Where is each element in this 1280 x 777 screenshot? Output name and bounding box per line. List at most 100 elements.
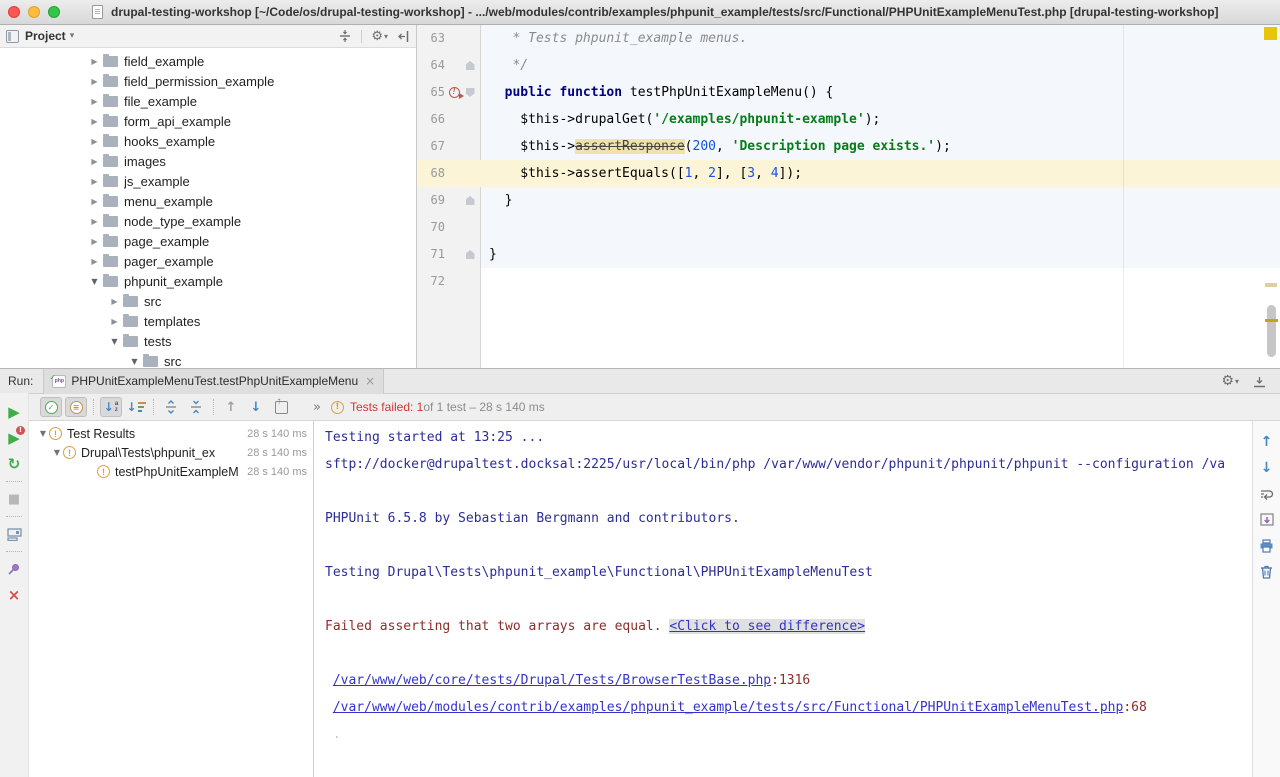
expand-all-button[interactable]	[160, 397, 182, 417]
project-panel-title[interactable]: Project	[25, 29, 66, 43]
hide-panel-icon[interactable]	[1253, 375, 1266, 388]
tree-item-label: js_example	[124, 174, 190, 189]
failed-test-gutter-icon[interactable]: !	[445, 87, 463, 98]
editor-line-69[interactable]: 69 }	[417, 187, 1280, 214]
tree-item-src[interactable]: ▼src	[0, 351, 416, 368]
tree-item-menu_example[interactable]: ▶menu_example	[0, 191, 416, 211]
sort-alphabetically-button[interactable]: ↓az	[100, 397, 122, 417]
editor-line-70[interactable]: 70	[417, 214, 1280, 241]
window-close-button[interactable]	[8, 6, 20, 18]
chevron-collapsed-icon[interactable]: ▶	[88, 117, 101, 126]
editor-line-66[interactable]: 66 $this->drupalGet('/examples/phpunit-e…	[417, 106, 1280, 133]
inspection-indicator[interactable]	[1264, 27, 1277, 40]
editor-line-63[interactable]: 63 * Tests phpunit_example menus.	[417, 25, 1280, 52]
tree-item-form_api_example[interactable]: ▶form_api_example	[0, 111, 416, 131]
run-tab-strip: Run: ✓php PHPUnitExampleMenuTest.testPhp…	[0, 369, 1280, 394]
tree-item-images[interactable]: ▶images	[0, 151, 416, 171]
tree-item-field_permission_example[interactable]: ▶field_permission_example	[0, 71, 416, 91]
sort-by-duration-button[interactable]: ↓	[125, 397, 147, 417]
chevron-collapsed-icon[interactable]: ▶	[88, 237, 101, 246]
code-editor[interactable]: 63 * Tests phpunit_example menus.64 */65…	[417, 25, 1280, 368]
tree-item-field_example[interactable]: ▶field_example	[0, 51, 416, 71]
window-zoom-button[interactable]	[48, 6, 60, 18]
scroll-from-source-icon[interactable]	[338, 29, 352, 43]
restore-layout-button[interactable]	[0, 521, 28, 547]
import-test-results-button[interactable]	[270, 397, 292, 417]
chevron-collapsed-icon[interactable]: ▶	[108, 297, 121, 306]
gear-icon[interactable]: ⚙▾	[1221, 373, 1239, 389]
stacktrace-link-browsertestbase[interactable]: /var/www/web/core/tests/Drupal/Tests/Bro…	[333, 673, 771, 688]
tree-item-src[interactable]: ▶ src	[0, 291, 416, 311]
warning-stripe-mark[interactable]	[1265, 283, 1277, 287]
fold-marker[interactable]	[463, 250, 477, 259]
chevron-expanded-icon[interactable]: ▼	[128, 357, 141, 366]
editor-scrollbar-thumb[interactable]	[1267, 305, 1276, 357]
chevron-collapsed-icon[interactable]: ▶	[88, 197, 101, 206]
tree-item-hooks_example[interactable]: ▶hooks_example	[0, 131, 416, 151]
gear-icon[interactable]: ⚙▾	[371, 29, 388, 44]
editor-line-64[interactable]: 64 */	[417, 52, 1280, 79]
close-tab-icon[interactable]: ×	[365, 374, 375, 388]
close-panel-button[interactable]: ×	[0, 582, 28, 608]
tree-item-tests[interactable]: ▼tests	[0, 331, 416, 351]
fold-marker[interactable]	[463, 88, 477, 97]
fold-marker[interactable]	[463, 61, 477, 70]
title-bar[interactable]: drupal-testing-workshop [~/Code/os/drupa…	[0, 0, 1280, 25]
chevron-collapsed-icon[interactable]: ▶	[88, 157, 101, 166]
chevron-collapsed-icon[interactable]: ▶	[88, 77, 101, 86]
rerun-failed-tests-button[interactable]: ▶!	[0, 425, 28, 451]
pin-tab-button[interactable]	[0, 556, 28, 582]
test-tree-item[interactable]: !testPhpUnitExampleM28 s 140 ms	[29, 462, 313, 481]
tree-item-templates[interactable]: ▶templates	[0, 311, 416, 331]
ide-window: drupal-testing-workshop [~/Code/os/drupa…	[0, 0, 1280, 777]
chevron-collapsed-icon[interactable]: ▶	[88, 177, 101, 186]
chevron-collapsed-icon[interactable]: ▶	[88, 217, 101, 226]
stop-button[interactable]: ■	[0, 486, 28, 512]
scroll-to-end-button[interactable]	[1253, 507, 1280, 533]
tree-item-label: src	[144, 294, 161, 309]
editor-line-72[interactable]: 72	[417, 268, 1280, 295]
toggle-auto-test-button[interactable]: ↻	[0, 451, 28, 477]
tree-item-phpunit_example[interactable]: ▼phpunit_example	[0, 271, 416, 291]
run-tab[interactable]: ✓php PHPUnitExampleMenuTest.testPhpUnitE…	[43, 369, 384, 394]
chevron-collapsed-icon[interactable]: ▶	[88, 97, 101, 106]
see-difference-link[interactable]: <Click to see difference>	[669, 619, 865, 634]
chevron-expanded-icon[interactable]: ▼	[108, 337, 121, 346]
editor-line-67[interactable]: 67 $this->assertResponse(200, 'Descripti…	[417, 133, 1280, 160]
chevron-expanded-icon[interactable]: ▼	[88, 277, 101, 286]
hide-panel-icon[interactable]	[397, 30, 410, 43]
window-minimize-button[interactable]	[28, 6, 40, 18]
tree-item-page_example[interactable]: ▶page_example	[0, 231, 416, 251]
editor-line-65[interactable]: 65! public function testPhpUnitExampleMe…	[417, 79, 1280, 106]
test-tree-item[interactable]: ▼!Drupal\Tests\phpunit_ex28 s 140 ms	[29, 443, 313, 462]
tree-item-js_example[interactable]: ▶ js_example	[0, 171, 416, 191]
stacktrace-link-menutest[interactable]: /var/www/web/modules/contrib/examples/ph…	[333, 700, 1124, 715]
show-passed-button[interactable]: ✓	[40, 397, 62, 417]
chevron-more-icon[interactable]: »	[313, 400, 321, 415]
scroll-down-button[interactable]: ↓	[1253, 455, 1280, 481]
show-ignored-button[interactable]: ≡	[65, 397, 87, 417]
clear-all-button[interactable]	[1253, 559, 1280, 585]
tree-item-file_example[interactable]: ▶file_example	[0, 91, 416, 111]
rerun-button[interactable]: ▶	[0, 399, 28, 425]
print-button[interactable]	[1253, 533, 1280, 559]
chevron-expanded-icon[interactable]: ▼	[51, 448, 63, 457]
fold-marker[interactable]	[463, 196, 477, 205]
tree-item-node_type_example[interactable]: ▶node_type_example	[0, 211, 416, 231]
test-console[interactable]: Testing started at 13:25 ...sftp://docke…	[314, 421, 1252, 777]
next-failed-test-button[interactable]: ↓	[245, 397, 267, 417]
editor-line-68[interactable]: 68 $this->assertEquals([1, 2], [3, 4]);	[417, 160, 1280, 187]
scroll-up-button[interactable]: ↑	[1253, 429, 1280, 455]
collapse-all-button[interactable]	[185, 397, 207, 417]
chevron-collapsed-icon[interactable]: ▶	[88, 137, 101, 146]
chevron-collapsed-icon[interactable]: ▶	[108, 317, 121, 326]
editor-line-71[interactable]: 71}	[417, 241, 1280, 268]
chevron-down-icon[interactable]: ▾	[70, 31, 75, 41]
chevron-collapsed-icon[interactable]: ▶	[88, 257, 101, 266]
soft-wrap-button[interactable]	[1253, 481, 1280, 507]
tree-item-pager_example[interactable]: ▶pager_example	[0, 251, 416, 271]
chevron-expanded-icon[interactable]: ▼	[37, 429, 49, 438]
previous-failed-test-button[interactable]: ↑	[220, 397, 242, 417]
chevron-collapsed-icon[interactable]: ▶	[88, 57, 101, 66]
test-tree-item[interactable]: ▼!Test Results28 s 140 ms	[29, 424, 313, 443]
